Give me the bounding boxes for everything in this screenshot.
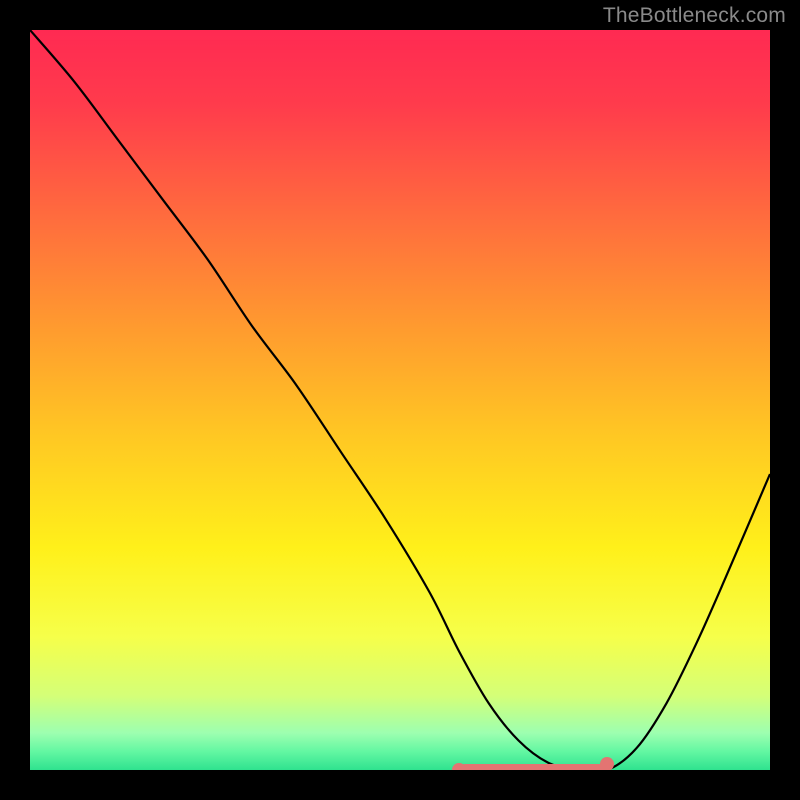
- watermark-text: TheBottleneck.com: [603, 4, 786, 28]
- optimal-range-band: [459, 764, 607, 770]
- curve-layer: [30, 30, 770, 770]
- bottleneck-curve: [30, 30, 770, 770]
- chart-frame: TheBottleneck.com: [0, 0, 800, 800]
- optimal-range-endpoint-right: [600, 757, 614, 770]
- plot-area: [30, 30, 770, 770]
